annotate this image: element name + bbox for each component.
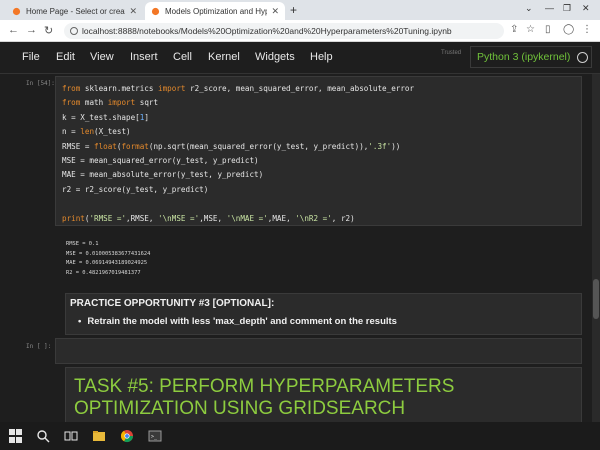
restore-icon[interactable]: ❐: [563, 3, 571, 14]
task-view-icon[interactable]: [64, 429, 78, 443]
menu-edit[interactable]: Edit: [56, 51, 75, 63]
file-explorer-icon[interactable]: [92, 429, 106, 443]
more-menu-icon[interactable]: ⋮: [582, 24, 592, 35]
output-line: RMSE = 0.1: [66, 241, 99, 247]
browser-tab-label: Home Page - Select or create a n: [26, 6, 125, 16]
address-bar: ← → ↻ localhost:8888/notebooks/Models%20…: [0, 20, 600, 42]
kernel-name: Python 3 (ipykernel): [477, 51, 571, 63]
code-line: n = len(X_test): [62, 127, 131, 137]
code-cell[interactable]: from sklearn.metrics import r2_score, me…: [55, 76, 582, 226]
code-line: r2 = r2_score(y_test, y_predict): [62, 184, 209, 194]
notebook-area: In [54]: from sklearn.metrics import r2_…: [0, 74, 600, 422]
url-text: localhost:8888/notebooks/Models%20Optimi…: [82, 26, 452, 36]
menu-cell[interactable]: Cell: [173, 51, 192, 63]
forward-icon[interactable]: →: [26, 24, 37, 36]
markdown-cell-practice[interactable]: PRACTICE OPPORTUNITY #3 [OPTIONAL]: Retr…: [65, 293, 582, 335]
code-line: k = X_test.shape[1]: [62, 112, 149, 122]
markdown-cell-task[interactable]: TASK #5: PERFORM HYPERPARAMETERS OPTIMIZ…: [65, 367, 582, 422]
menu-file[interactable]: File: [22, 51, 40, 63]
menu-kernel[interactable]: Kernel: [208, 51, 240, 63]
windows-taskbar: >_: [0, 422, 600, 450]
practice-bullet: Retrain the model with less 'max_depth' …: [78, 316, 397, 327]
back-icon[interactable]: ←: [8, 24, 19, 36]
cell-output: RMSE = 0.1 MSE = 0.010005383677431624 MA…: [66, 240, 150, 278]
code-line: print('RMSE =',RMSE, '\nMSE =',MSE, '\nM…: [62, 213, 355, 223]
notebook-scrollbar[interactable]: [592, 74, 600, 422]
close-tab-icon[interactable]: ✕: [271, 6, 279, 17]
menu-insert[interactable]: Insert: [130, 51, 158, 63]
empty-code-cell[interactable]: [55, 338, 582, 364]
new-tab-icon[interactable]: +: [290, 3, 297, 17]
chevron-down-icon[interactable]: ⌄: [525, 3, 533, 14]
cell-prompt: In [ ]:: [26, 343, 52, 350]
sidebar-icon[interactable]: ▯: [545, 24, 551, 35]
code-line: MAE = mean_absolute_error(y_test, y_pred…: [62, 170, 264, 180]
scrollbar-thumb[interactable]: [593, 279, 599, 319]
code-editor[interactable]: from sklearn.metrics import r2_score, me…: [62, 82, 414, 226]
svg-text:>_: >_: [151, 434, 158, 440]
jupyter-favicon-icon: [12, 7, 21, 15]
terminal-icon[interactable]: >_: [148, 429, 162, 443]
task-heading: TASK #5: PERFORM HYPERPARAMETERS OPTIMIZ…: [74, 376, 455, 419]
close-window-icon[interactable]: ✕: [582, 3, 590, 14]
share-icon[interactable]: ⇪: [510, 24, 518, 35]
code-line: from sklearn.metrics import r2_score, me…: [62, 84, 415, 93]
chrome-icon[interactable]: [120, 429, 134, 443]
bookmark-star-icon[interactable]: ☆: [526, 24, 535, 35]
search-icon[interactable]: [36, 429, 50, 443]
output-line: MSE = 0.010005383677431624: [66, 250, 151, 257]
browser-tab-label: Models Optimization and Hyper: [165, 6, 268, 16]
output-line: R2 = 0.4821967019481377: [66, 269, 141, 276]
profile-icon[interactable]: ◯: [563, 24, 574, 35]
browser-tab-home[interactable]: Home Page - Select or create a n ✕: [6, 2, 143, 20]
output-line: MAE = 0.06914943189024925: [66, 260, 148, 266]
keyword-from: from: [62, 84, 81, 93]
menu-view[interactable]: View: [90, 51, 114, 63]
kernel-status-icon: [577, 51, 589, 63]
code-line: from math import sqrt: [62, 98, 159, 108]
url-field[interactable]: localhost:8888/notebooks/Models%20Optimi…: [64, 23, 504, 39]
browser-tab-strip: Home Page - Select or create a n ✕ Model…: [0, 0, 600, 20]
menu-widgets[interactable]: Widgets: [255, 51, 295, 63]
trusted-indicator[interactable]: Trusted: [441, 50, 461, 56]
menu-help[interactable]: Help: [310, 51, 333, 63]
minimize-icon[interactable]: —: [545, 3, 554, 13]
code-line: MSE = mean_squared_error(y_test, y_predi…: [62, 156, 259, 166]
windows-start-icon[interactable]: [9, 429, 23, 443]
cell-prompt: In [54]:: [26, 80, 55, 87]
close-tab-icon[interactable]: ✕: [129, 6, 137, 17]
code-line: RMSE = float(format(np.sqrt(mean_squared…: [62, 141, 401, 151]
kernel-indicator[interactable]: Python 3 (ipykernel): [470, 46, 592, 68]
practice-title: PRACTICE OPPORTUNITY #3 [OPTIONAL]:: [70, 298, 275, 309]
site-info-icon[interactable]: [70, 27, 78, 35]
reload-icon[interactable]: ↻: [44, 24, 53, 37]
jupyter-menubar: File Edit View Insert Cell Kernel Widget…: [0, 42, 600, 74]
jupyter-favicon-icon: [151, 7, 160, 15]
browser-tab-notebook[interactable]: Models Optimization and Hyper ✕: [145, 2, 285, 20]
